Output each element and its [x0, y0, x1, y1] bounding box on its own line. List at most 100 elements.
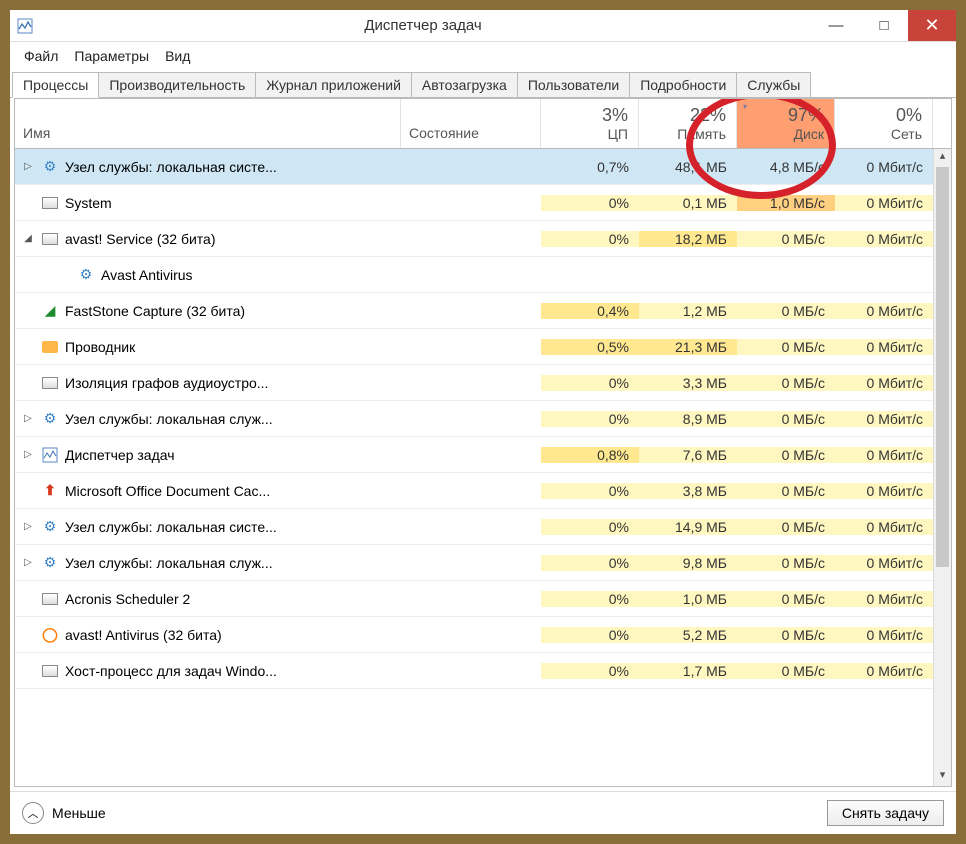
window-frame: Диспетчер задач — □ ✕ Файл Параметры Вид…	[0, 0, 966, 844]
minimize-button[interactable]: —	[812, 10, 860, 41]
process-name: FastStone Capture (32 бита)	[65, 303, 245, 319]
process-name: Avast Antivirus	[101, 267, 193, 283]
gear-icon: ⚙	[41, 410, 59, 428]
cpu-cell: 0,5%	[541, 339, 639, 355]
tabs: Процессы Производительность Журнал прило…	[10, 70, 956, 98]
network-cell: 0 Мбит/с	[835, 231, 933, 247]
cpu-cell: 0,8%	[541, 447, 639, 463]
chevron-up-icon: ︿	[22, 802, 44, 824]
menu-view[interactable]: Вид	[159, 46, 196, 66]
process-name: Узел службы: локальная систе...	[65, 159, 277, 175]
tab-services[interactable]: Службы	[736, 72, 811, 97]
disk-cell: 0 МБ/с	[737, 663, 835, 679]
tab-users[interactable]: Пользователи	[517, 72, 630, 97]
memory-cell: 8,9 МБ	[639, 411, 737, 427]
network-cell: 0 Мбит/с	[835, 555, 933, 571]
cpu-cell: 0%	[541, 411, 639, 427]
expand-arrow[interactable]: ▷	[21, 557, 35, 568]
scroll-up-button[interactable]: ▴	[934, 149, 951, 167]
network-cell: 0 Мбит/с	[835, 411, 933, 427]
table-row[interactable]: ⚙Avast Antivirus	[15, 257, 951, 293]
process-name: Изоляция графов аудиоустро...	[65, 375, 268, 391]
table-row[interactable]: System0%0,1 МБ1,0 МБ/с0 Мбит/с	[15, 185, 951, 221]
expand-arrow[interactable]: ▷	[21, 413, 35, 424]
header-memory[interactable]: 22%Память	[639, 99, 737, 148]
cpu-cell: 0%	[541, 591, 639, 607]
memory-cell: 3,8 МБ	[639, 483, 737, 499]
network-cell: 0 Мбит/с	[835, 447, 933, 463]
header-network[interactable]: 0%Сеть	[835, 99, 933, 148]
disk-cell: 0 МБ/с	[737, 627, 835, 643]
network-cell: 0 Мбит/с	[835, 519, 933, 535]
folder-icon	[41, 338, 59, 356]
header-state[interactable]: Состояние	[401, 99, 541, 148]
expand-arrow[interactable]: ▷	[21, 161, 35, 172]
end-task-button[interactable]: Снять задачу	[827, 800, 944, 826]
content: Имя Состояние 3%ЦП 22%Память ▾97%Диск 0%…	[14, 98, 952, 787]
table-row[interactable]: ◢avast! Service (32 бита)0%18,2 МБ0 МБ/с…	[15, 221, 951, 257]
disk-cell: 0 МБ/с	[737, 303, 835, 319]
network-cell: 0 Мбит/с	[835, 339, 933, 355]
titlebar[interactable]: Диспетчер задач — □ ✕	[10, 10, 956, 42]
tab-startup[interactable]: Автозагрузка	[411, 72, 518, 97]
table-row[interactable]: Хост-процесс для задач Windo...0%1,7 МБ0…	[15, 653, 951, 689]
process-name: avast! Antivirus (32 бита)	[65, 627, 222, 643]
process-name: Диспетчер задач	[65, 447, 175, 463]
table-row[interactable]: ⬆Microsoft Office Document Cac...0%3,8 М…	[15, 473, 951, 509]
disk-cell: 0 МБ/с	[737, 555, 835, 571]
table-row[interactable]: Проводник0,5%21,3 МБ0 МБ/с0 Мбит/с	[15, 329, 951, 365]
table-row[interactable]: ▷⚙Узел службы: локальная систе...0,7%48,…	[15, 149, 951, 185]
cpu-cell: 0%	[541, 375, 639, 391]
header-cpu[interactable]: 3%ЦП	[541, 99, 639, 148]
expand-arrow[interactable]: ▷	[21, 449, 35, 460]
table-row[interactable]: ▷⚙Узел службы: локальная систе...0%14,9 …	[15, 509, 951, 545]
gear-icon: ⚙	[41, 518, 59, 536]
table-row[interactable]: ▷⚙Узел службы: локальная служ...0%8,9 МБ…	[15, 401, 951, 437]
table-row[interactable]: ◢FastStone Capture (32 бита)0,4%1,2 МБ0 …	[15, 293, 951, 329]
network-cell: 0 Мбит/с	[835, 483, 933, 499]
table-row[interactable]: Acronis Scheduler 20%1,0 МБ0 МБ/с0 Мбит/…	[15, 581, 951, 617]
disk-cell: 0 МБ/с	[737, 339, 835, 355]
cpu-cell: 0%	[541, 663, 639, 679]
tab-details[interactable]: Подробности	[629, 72, 737, 97]
header-name[interactable]: Имя	[15, 99, 401, 148]
scroll-thumb[interactable]	[936, 167, 949, 567]
disk-cell: 0 МБ/с	[737, 483, 835, 499]
network-cell: 0 Мбит/с	[835, 375, 933, 391]
scroll-down-button[interactable]: ▾	[934, 768, 951, 786]
window-buttons: — □ ✕	[812, 10, 956, 41]
table-row[interactable]: ▷⚙Узел службы: локальная служ...0%9,8 МБ…	[15, 545, 951, 581]
app-icon	[41, 590, 59, 608]
memory-cell: 0,1 МБ	[639, 195, 737, 211]
cpu-cell: 0,4%	[541, 303, 639, 319]
menu-file[interactable]: Файл	[18, 46, 64, 66]
memory-cell: 48,1 МБ	[639, 159, 737, 175]
faststone-icon: ◢	[41, 302, 59, 320]
disk-cell: 0 МБ/с	[737, 375, 835, 391]
cpu-cell: 0%	[541, 519, 639, 535]
tab-performance[interactable]: Производительность	[98, 72, 256, 97]
fewer-details[interactable]: ︿ Меньше	[22, 802, 106, 824]
column-headers: Имя Состояние 3%ЦП 22%Память ▾97%Диск 0%…	[15, 99, 951, 149]
close-button[interactable]: ✕	[908, 10, 956, 41]
process-name: avast! Service (32 бита)	[65, 231, 215, 247]
app-icon	[41, 230, 59, 248]
sort-indicator-icon: ▾	[743, 102, 747, 111]
task-manager-icon	[16, 17, 34, 35]
maximize-button[interactable]: □	[860, 10, 908, 41]
memory-cell: 7,6 МБ	[639, 447, 737, 463]
table-row[interactable]: Изоляция графов аудиоустро...0%3,3 МБ0 М…	[15, 365, 951, 401]
scrollbar[interactable]: ▴ ▾	[933, 149, 951, 786]
table-row[interactable]: ▷Диспетчер задач0,8%7,6 МБ0 МБ/с0 Мбит/с	[15, 437, 951, 473]
header-disk[interactable]: ▾97%Диск	[737, 99, 835, 148]
process-name: Узел службы: локальная систе...	[65, 519, 277, 535]
menu-options[interactable]: Параметры	[68, 46, 155, 66]
expand-arrow[interactable]: ◢	[21, 233, 35, 244]
network-cell: 0 Мбит/с	[835, 591, 933, 607]
expand-arrow[interactable]: ▷	[21, 521, 35, 532]
network-cell: 0 Мбит/с	[835, 663, 933, 679]
memory-cell: 9,8 МБ	[639, 555, 737, 571]
tab-history[interactable]: Журнал приложений	[255, 72, 412, 97]
table-row[interactable]: ◯avast! Antivirus (32 бита)0%5,2 МБ0 МБ/…	[15, 617, 951, 653]
tab-processes[interactable]: Процессы	[12, 72, 99, 98]
